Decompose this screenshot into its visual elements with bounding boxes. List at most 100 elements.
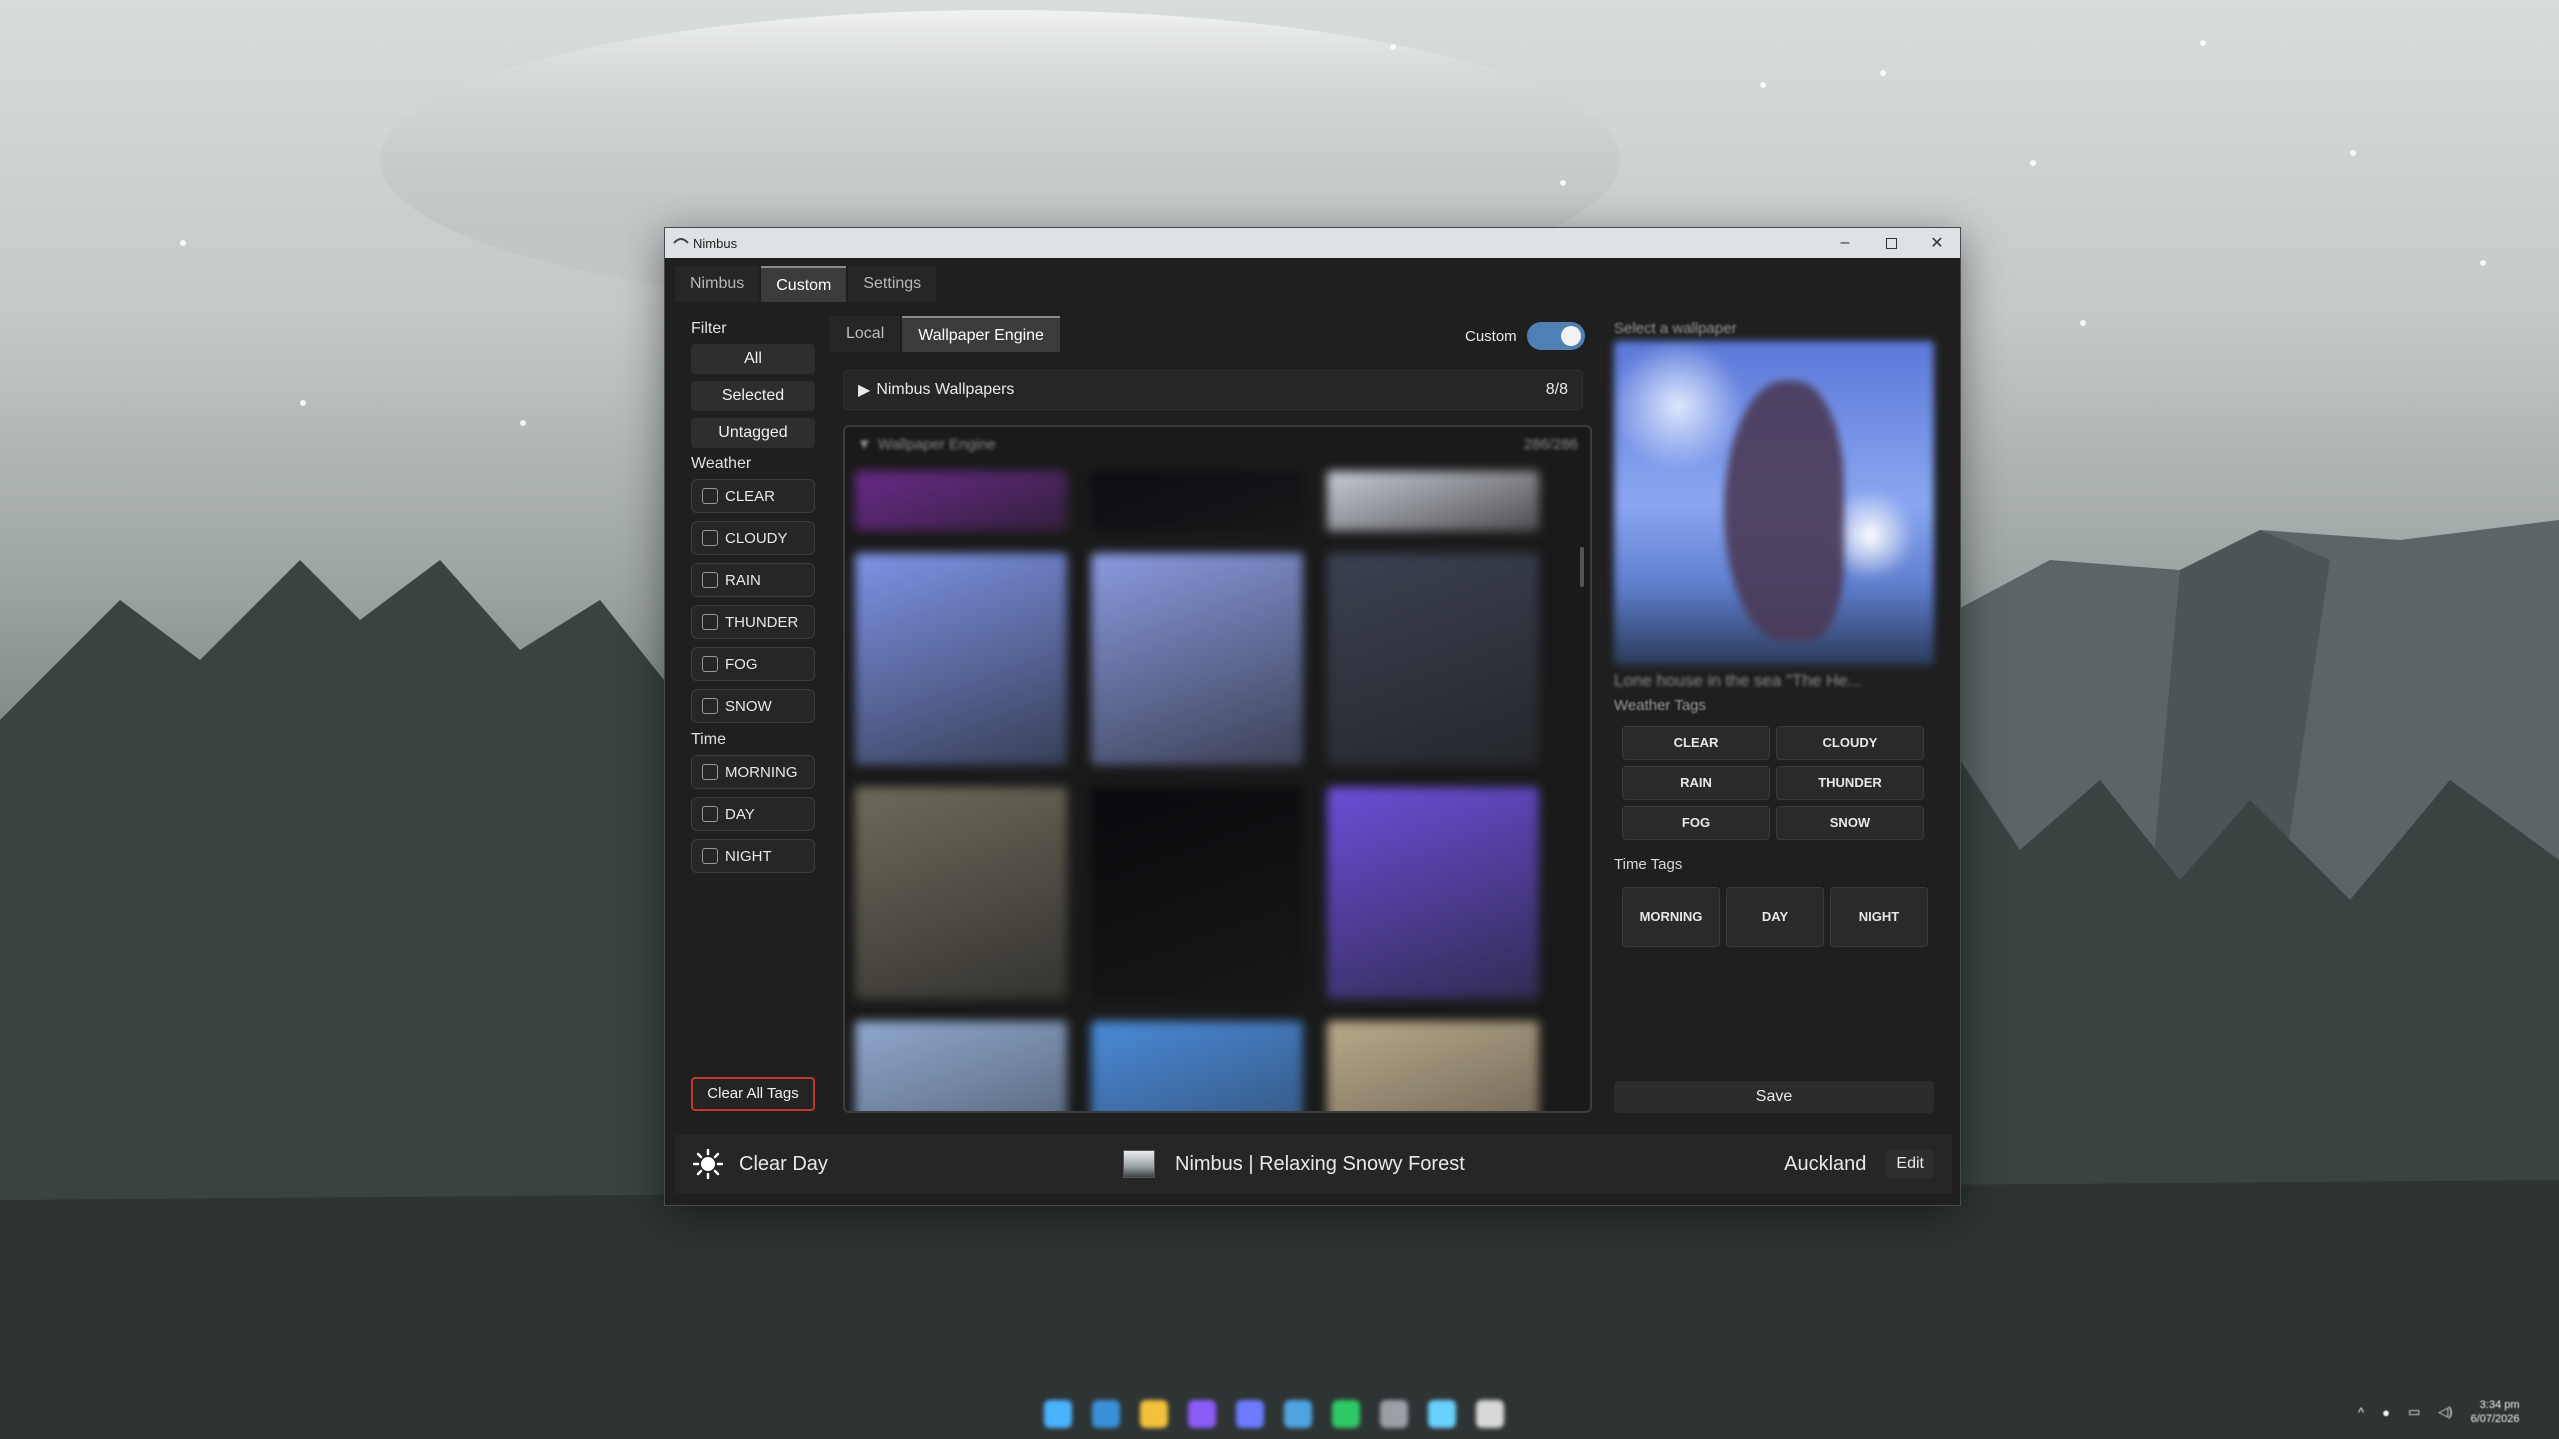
time-tags-row: MORNING DAY NIGHT	[1622, 887, 1934, 947]
tag-snow-button[interactable]: SNOW	[1776, 806, 1924, 840]
edit-location-button[interactable]: Edit	[1886, 1149, 1934, 1179]
wallpaper-thumbnail[interactable]	[1327, 787, 1539, 999]
wallpaper-thumbnail[interactable]	[855, 787, 1067, 999]
close-icon: ✕	[1930, 235, 1944, 252]
filter-rain-checkbox[interactable]: RAIN	[691, 563, 815, 597]
nimbus-icon[interactable]	[1428, 1400, 1456, 1428]
microphone-icon[interactable]: ●	[2382, 1405, 2390, 1420]
wallpaper-thumbnail[interactable]	[1327, 553, 1539, 765]
tab-wallpaper-engine[interactable]: Wallpaper Engine	[902, 316, 1060, 352]
app-icon[interactable]	[1476, 1400, 1504, 1428]
filter-night-checkbox[interactable]: NIGHT	[691, 839, 815, 873]
checkbox-label: THUNDER	[725, 613, 799, 631]
nimbus-wallpapers-group[interactable]: ▶ Nimbus Wallpapers 8/8	[843, 370, 1583, 410]
filter-cloudy-checkbox[interactable]: CLOUDY	[691, 521, 815, 555]
wallpaper-thumbnail[interactable]	[1091, 471, 1303, 531]
tag-night-button[interactable]: NIGHT	[1830, 887, 1928, 947]
wallpaper-thumbnail[interactable]	[855, 553, 1067, 765]
checkbox-label: RAIN	[725, 571, 761, 589]
filter-thunder-checkbox[interactable]: THUNDER	[691, 605, 815, 639]
time-heading: Time	[691, 731, 726, 748]
wallpaper-thumbnail[interactable]	[1327, 471, 1539, 531]
checkbox-icon	[702, 806, 718, 822]
wallpaper-thumbnail[interactable]	[1327, 1021, 1539, 1111]
custom-toggle-label: Custom	[1465, 327, 1517, 345]
system-tray: ^ ● ▭ ◁) 3:34 pm 6/07/2026	[2358, 1398, 2520, 1426]
discord-icon[interactable]	[1236, 1400, 1264, 1428]
filter-morning-checkbox[interactable]: MORNING	[691, 755, 815, 789]
nimbus-app-icon	[673, 238, 689, 244]
wallpaper-name: Lone house in the sea "The He...	[1614, 671, 1862, 690]
spotify-icon[interactable]	[1332, 1400, 1360, 1428]
save-button[interactable]: Save	[1614, 1081, 1934, 1113]
checkbox-label: NIGHT	[725, 847, 772, 865]
tab-settings[interactable]: Settings	[848, 266, 937, 302]
clear-all-tags-button[interactable]: Clear All Tags	[691, 1077, 815, 1111]
sun-icon	[693, 1149, 723, 1179]
app-purple-icon[interactable]	[1188, 1400, 1216, 1428]
weather-tags-grid: CLEAR CLOUDY RAIN THUNDER FOG SNOW	[1622, 726, 1934, 840]
checkbox-icon	[702, 764, 718, 780]
wallpaper-thumbnail[interactable]	[1091, 1021, 1303, 1111]
wallpaper-thumbnail[interactable]	[1091, 787, 1303, 999]
tab-local[interactable]: Local	[830, 316, 901, 352]
minimize-icon: –	[1840, 234, 1850, 251]
tag-fog-button[interactable]: FOG	[1622, 806, 1770, 840]
tab-nimbus[interactable]: Nimbus	[675, 266, 760, 302]
weather-text: Clear Day	[739, 1152, 828, 1175]
file-explorer-icon[interactable]	[1092, 1400, 1120, 1428]
close-button[interactable]: ✕	[1914, 228, 1960, 258]
group-label: Nimbus Wallpapers	[876, 381, 1015, 398]
now-playing-thumbnail	[1123, 1150, 1155, 1178]
main-tabs: Nimbus Custom Settings	[675, 266, 937, 302]
checkbox-icon	[702, 656, 718, 672]
filter-day-checkbox[interactable]: DAY	[691, 797, 815, 831]
folder-icon[interactable]	[1140, 1400, 1168, 1428]
chevron-up-icon[interactable]: ^	[2358, 1405, 2364, 1420]
clock-time: 3:34 pm	[2479, 1399, 2520, 1411]
tag-rain-button[interactable]: RAIN	[1622, 766, 1770, 800]
telegram-icon[interactable]	[1284, 1400, 1312, 1428]
weather-heading: Weather	[691, 455, 752, 472]
custom-toggle-switch[interactable]	[1526, 322, 1585, 350]
filter-clear-checkbox[interactable]: CLEAR	[691, 479, 815, 513]
filter-all-button[interactable]: All	[691, 344, 815, 374]
wallpaper-thumbnail[interactable]	[1091, 553, 1303, 765]
group-count: 8/8	[1545, 381, 1568, 398]
wallpaper-thumbnail[interactable]	[855, 471, 1067, 531]
checkbox-icon	[702, 614, 718, 630]
wallpaper-grid	[855, 471, 1555, 1111]
filter-panel: Filter All Selected Untagged Weather CLE…	[691, 320, 819, 881]
network-icon[interactable]: ▭	[2408, 1404, 2420, 1420]
wallpaper-thumbnail[interactable]	[855, 1021, 1067, 1111]
now-playing: Nimbus | Relaxing Snowy Forest	[1123, 1150, 1784, 1178]
nimbus-window: Nimbus – ✕ Nimbus Custom Settings Filter…	[664, 227, 1961, 1206]
checkbox-icon	[702, 488, 718, 504]
filter-selected-button[interactable]: Selected	[691, 381, 815, 411]
checkbox-icon	[702, 572, 718, 588]
filter-untagged-button[interactable]: Untagged	[691, 418, 815, 448]
filter-snow-checkbox[interactable]: SNOW	[691, 689, 815, 723]
checkbox-icon	[702, 698, 718, 714]
clock[interactable]: 3:34 pm 6/07/2026	[2471, 1398, 2520, 1426]
now-playing-title: Nimbus | Relaxing Snowy Forest	[1175, 1152, 1465, 1175]
checkbox-label: FOG	[725, 655, 758, 673]
wallpaper-engine-group-header[interactable]: ▼ Wallpaper Engine 286/286	[845, 427, 1590, 461]
checkbox-label: SNOW	[725, 697, 772, 715]
title-bar[interactable]: Nimbus – ✕	[665, 228, 1960, 258]
minimize-button[interactable]: –	[1822, 228, 1868, 258]
maximize-button[interactable]	[1868, 228, 1914, 258]
tag-clear-button[interactable]: CLEAR	[1622, 726, 1770, 760]
source-tabs: Local Wallpaper Engine	[830, 316, 1060, 352]
settings-icon[interactable]	[1380, 1400, 1408, 1428]
tag-cloudy-button[interactable]: CLOUDY	[1776, 726, 1924, 760]
tag-day-button[interactable]: DAY	[1726, 887, 1824, 947]
volume-icon[interactable]: ◁)	[2438, 1404, 2452, 1420]
grid-scrollbar[interactable]	[1580, 547, 1584, 587]
tab-custom[interactable]: Custom	[761, 266, 847, 302]
tag-thunder-button[interactable]: THUNDER	[1776, 766, 1924, 800]
filter-fog-checkbox[interactable]: FOG	[691, 647, 815, 681]
windows-icon[interactable]	[1044, 1400, 1072, 1428]
location-text: Auckland	[1784, 1152, 1867, 1175]
tag-morning-button[interactable]: MORNING	[1622, 887, 1720, 947]
